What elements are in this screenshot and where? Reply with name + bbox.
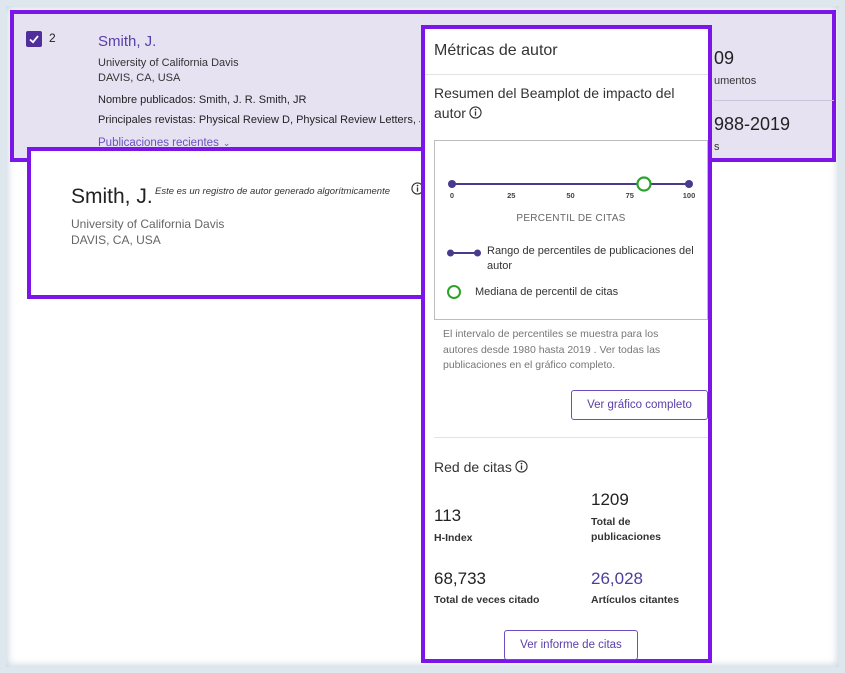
record-location: DAVIS, CA, USA	[71, 233, 161, 247]
main-journals: Principales revistas: Physical Review D,…	[98, 114, 420, 126]
documents-count: 09	[714, 48, 735, 68]
times-cited-label: Total de veces citado	[434, 594, 540, 606]
percentile-tick-label: 25	[507, 191, 515, 200]
citation-network-label: Red de citas	[434, 459, 512, 475]
author-record-affiliation: University of California Davis DAVIS, CA…	[71, 216, 224, 248]
range-legend-swatch	[447, 249, 481, 257]
median-legend-swatch	[447, 285, 461, 299]
legend-range-item: Rango de percentiles de publicaciones de…	[447, 244, 697, 274]
legend-range-label: Rango de percentiles de publicaciones de…	[487, 245, 694, 272]
beamplot-summary-title: Resumen del Beamplot de impacto del auto…	[434, 83, 694, 123]
percentile-ticks: 0 25 50 75 100	[450, 191, 695, 200]
year-range: 988-2019	[714, 114, 791, 134]
check-icon	[29, 35, 39, 44]
beamplot-svg: 0 25 50 75 100	[448, 176, 695, 200]
year-range-label: s	[714, 141, 720, 153]
beamplot-chart: 0 25 50 75 100 PERCENTIL DE CITAS Rango de p…	[434, 140, 708, 320]
percentile-tick-label: 50	[566, 191, 574, 200]
record-institution: University of California Davis	[71, 217, 225, 231]
percentile-tick-label: 100	[683, 191, 696, 200]
algorithmic-record-note: Este es un registro de autor generado al…	[155, 186, 390, 197]
range-end-dot	[685, 180, 693, 188]
legend-median-label: Mediana de percentil de citas	[475, 286, 619, 298]
percentile-tick-label: 0	[450, 191, 454, 200]
percentile-tick-label: 75	[626, 191, 634, 200]
citing-articles-label: Artículos citantes	[591, 594, 680, 606]
percentile-axis-label: PERCENTIL DE CITAS	[516, 213, 626, 224]
documents-label: umentos	[714, 75, 757, 87]
view-citation-report-button[interactable]: Ver informe de citas	[504, 630, 638, 660]
author-record-card: Smith, J. Este es un registro de autor g…	[27, 147, 427, 299]
total-publications-value: 1209	[591, 490, 629, 509]
affiliation-location: DAVIS, CA, USA	[98, 72, 181, 84]
h-index-label: H-Index	[434, 532, 473, 544]
author-record-name: Smith, J.	[71, 185, 153, 208]
divider	[425, 74, 708, 75]
author-name-link[interactable]: Smith, J.	[98, 33, 156, 50]
info-icon[interactable]	[515, 460, 528, 473]
metrics-panel-title: Métricas de autor	[434, 42, 558, 59]
affiliation-institution: University of California Davis	[98, 57, 239, 69]
citation-network-title: Red de citas	[434, 459, 528, 475]
result-index: 2	[49, 31, 56, 45]
select-checkbox[interactable]	[26, 31, 42, 47]
row-divider	[714, 100, 834, 101]
divider	[434, 437, 708, 438]
view-full-chart-button[interactable]: Ver gráfico completo	[571, 390, 708, 420]
author-metrics-panel: Métricas de autor Resumen del Beamplot d…	[421, 25, 712, 663]
times-cited-value: 68,733	[434, 569, 486, 588]
total-publications-label: Total de publicaciones	[591, 516, 662, 543]
h-index-value: 113	[434, 506, 462, 525]
range-start-dot	[448, 180, 456, 188]
info-icon[interactable]	[469, 106, 482, 119]
percentile-interval-note: El intervalo de percentiles se muestra p…	[443, 328, 661, 371]
author-affiliation: University of California Davis DAVIS, CA…	[98, 56, 239, 86]
median-percentile-marker	[636, 176, 652, 192]
citing-articles-link[interactable]: 26,028	[591, 569, 643, 589]
legend-median-item: Mediana de percentil de citas	[447, 285, 618, 299]
published-names: Nombre publicados: Smith, J. R. Smith, J…	[98, 94, 307, 106]
